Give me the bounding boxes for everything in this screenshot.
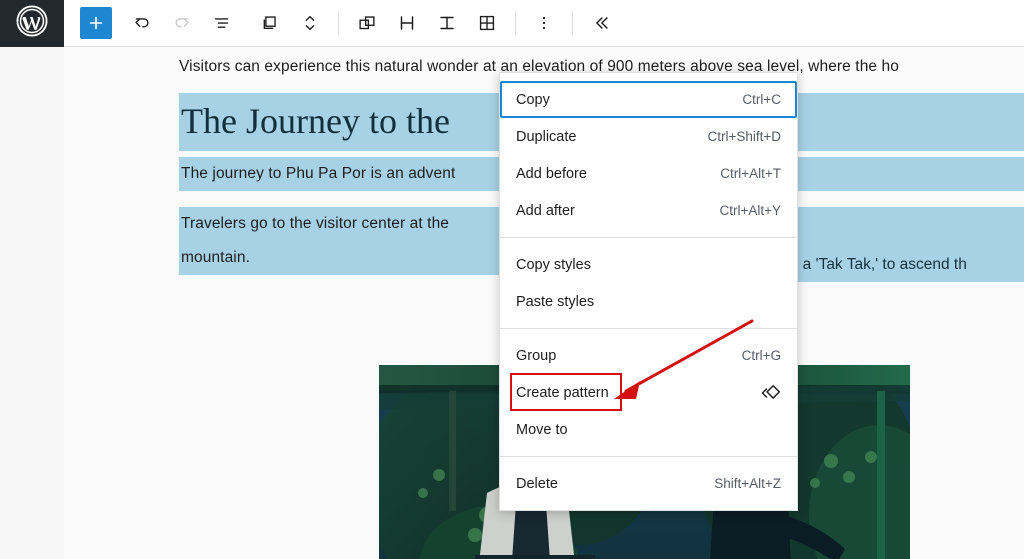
menu-item-copy[interactable]: Copy Ctrl+C [500,81,797,118]
grid-icon [476,12,498,34]
menu-item-copy-styles-label: Copy styles [516,256,591,273]
redo-button[interactable] [164,5,200,41]
move-up-down-button[interactable] [292,5,328,41]
menu-item-move-to[interactable]: Move to [500,411,797,448]
menu-item-create-pattern-label: Create pattern [516,384,609,401]
menu-item-group[interactable]: Group Ctrl+G [500,337,797,374]
double-chevron-left-icon [590,12,612,34]
justify-horizontal-icon [396,12,418,34]
pattern-diamond-icon [759,382,781,404]
block-type-button[interactable] [252,5,288,41]
copy-blocks-icon [259,12,281,34]
menu-item-create-pattern[interactable]: Create pattern [500,374,797,411]
vertical-dots-icon [534,12,554,34]
menu-item-delete-label: Delete [516,475,558,492]
menu-item-group-shortcut: Ctrl+G [741,348,781,363]
plus-icon [86,13,106,33]
more-options-button[interactable] [526,5,562,41]
chevron-up-down-icon [300,12,320,34]
paragraph-3-line1-right: as a 'Tak Tak,' to ascend th [782,256,967,273]
editor-toolbar [0,0,1024,47]
menu-section-delete: Delete Shift+Alt+Z [500,456,797,510]
menu-section-clipboard: Copy Ctrl+C Duplicate Ctrl+Shift+D Add b… [500,73,797,237]
menu-item-add-after-shortcut: Ctrl+Alt+Y [719,203,781,218]
menu-item-add-before-shortcut: Ctrl+Alt+T [720,166,781,181]
wordpress-logo-icon [15,4,49,43]
toolbar-divider-2 [515,11,516,35]
menu-item-duplicate-label: Duplicate [516,128,577,145]
undo-button[interactable] [124,5,160,41]
grid-layout-button[interactable] [469,5,505,41]
menu-item-duplicate[interactable]: Duplicate Ctrl+Shift+D [500,118,797,155]
menu-item-copy-styles[interactable]: Copy styles [500,246,797,283]
menu-item-paste-styles[interactable]: Paste styles [500,283,797,320]
collapse-toolbar-button[interactable] [583,5,619,41]
justify-vertical-button[interactable] [429,5,465,41]
document-overview-button[interactable] [204,5,240,41]
overlap-squares-icon [356,12,378,34]
menu-item-add-before[interactable]: Add before Ctrl+Alt+T [500,155,797,192]
justify-horizontal-button[interactable] [389,5,425,41]
menu-item-copy-shortcut: Ctrl+C [742,92,781,107]
list-view-icon [211,12,233,34]
menu-section-structure: Group Ctrl+G Create pattern Move to [500,328,797,456]
menu-item-move-to-label: Move to [516,421,568,438]
toolbar-divider-1 [338,11,339,35]
redo-arrow-icon [171,12,193,34]
align-button[interactable] [349,5,385,41]
menu-item-paste-styles-label: Paste styles [516,293,595,310]
menu-item-add-after[interactable]: Add after Ctrl+Alt+Y [500,192,797,229]
heading-text: The Journey to the [181,101,450,141]
menu-item-add-before-label: Add before [516,165,587,182]
toolbar-button-group [78,0,621,47]
menu-item-group-label: Group [516,347,557,364]
block-context-menu[interactable]: Copy Ctrl+C Duplicate Ctrl+Shift+D Add b… [499,72,798,511]
menu-item-add-after-label: Add after [516,202,575,219]
wordpress-logo-button[interactable] [0,0,64,47]
toolbar-divider-3 [572,11,573,35]
menu-item-copy-label: Copy [516,91,550,108]
menu-item-duplicate-shortcut: Ctrl+Shift+D [707,129,781,144]
paragraph-3-overflow: as a 'Tak Tak,' to ascend th [780,248,1024,282]
add-block-button[interactable] [80,7,112,39]
menu-item-delete[interactable]: Delete Shift+Alt+Z [500,465,797,502]
undo-arrow-icon [131,12,153,34]
justify-vertical-icon [436,12,458,34]
menu-item-delete-shortcut: Shift+Alt+Z [714,476,781,491]
app-root: Visitors can experience this natural won… [0,0,1024,559]
menu-section-styles: Copy styles Paste styles [500,237,797,328]
